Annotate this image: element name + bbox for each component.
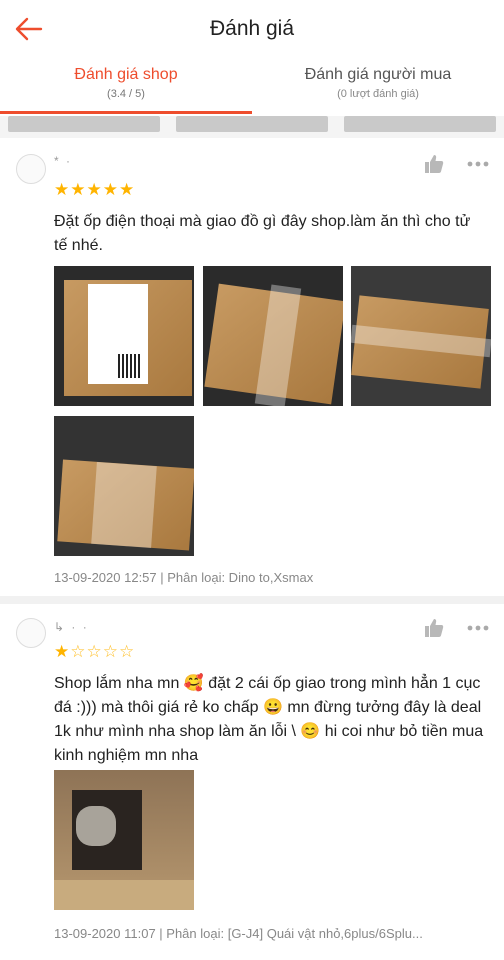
review-photo[interactable] [54,770,194,910]
star-outline-icon: ☆ [70,642,87,661]
review-item: ↳ · · ★☆☆☆☆ Shop lắm nha mn 🥰 đặt 2 cái … [0,604,504,960]
tab-shop-reviews-score: (3.4 / 5) [107,88,145,100]
filter-chip[interactable] [8,116,160,132]
filter-chip[interactable] [176,116,328,132]
tab-shop-reviews-label: Đánh giá shop [74,66,178,83]
star-outline-icon: ☆ [119,642,136,661]
header-bar: Đánh giá [0,0,504,58]
review-text: Đặt ốp điện thoại mà giao đồ gì đây shop… [54,213,471,254]
review-username: ↳ · · [54,620,89,634]
tab-shop-reviews[interactable]: Đánh giá shop (3.4 / 5) [0,66,252,100]
review-text: Shop lắm nha mn 🥰 đặt 2 cái ốp giao tron… [54,675,484,764]
tab-buyer-reviews-label: Đánh giá người mua [304,66,452,83]
avatar[interactable] [16,154,46,184]
thumbs-up-icon[interactable] [424,618,444,638]
active-tab-indicator [0,111,252,114]
star-icon: ★ [54,642,71,661]
star-icon: ★ [119,180,136,199]
star-icon: ★ [54,180,71,199]
filter-chip[interactable] [344,116,496,132]
rating-stars: ★★★★★ [54,180,135,200]
star-icon: ★ [102,180,119,199]
tab-buyer-reviews[interactable]: Đánh giá người mua (0 lượt đánh giá) [252,66,504,100]
review-meta: 13-09-2020 11:07 | Phân loại: [G-J4] Quá… [54,926,423,941]
review-photo[interactable] [203,266,343,406]
tab-buyer-reviews-count: (0 lượt đánh giá) [337,88,419,100]
review-meta: 13-09-2020 12:57 | Phân loại: Dino to,Xs… [54,570,314,585]
review-username: * · [54,154,72,168]
star-icon: ★ [70,180,87,199]
avatar[interactable] [16,618,46,648]
rating-stars: ★☆☆☆☆ [54,642,135,662]
more-options-icon[interactable] [466,160,490,168]
star-outline-icon: ☆ [102,642,119,661]
filter-bar [0,116,504,138]
star-outline-icon: ☆ [86,642,103,661]
tab-bar: Đánh giá shop (3.4 / 5) Đánh giá người m… [0,66,504,116]
review-photo[interactable] [54,416,194,556]
review-item: * · ★★★★★ Đặt ốp điện thoại mà giao đồ g… [0,138,504,594]
more-options-icon[interactable] [466,624,490,632]
page-title: Đánh giá [209,17,295,40]
review-photo[interactable] [54,266,194,406]
review-photo[interactable] [351,266,491,406]
thumbs-up-icon[interactable] [424,154,444,174]
review-divider [0,596,504,604]
star-icon: ★ [86,180,103,199]
